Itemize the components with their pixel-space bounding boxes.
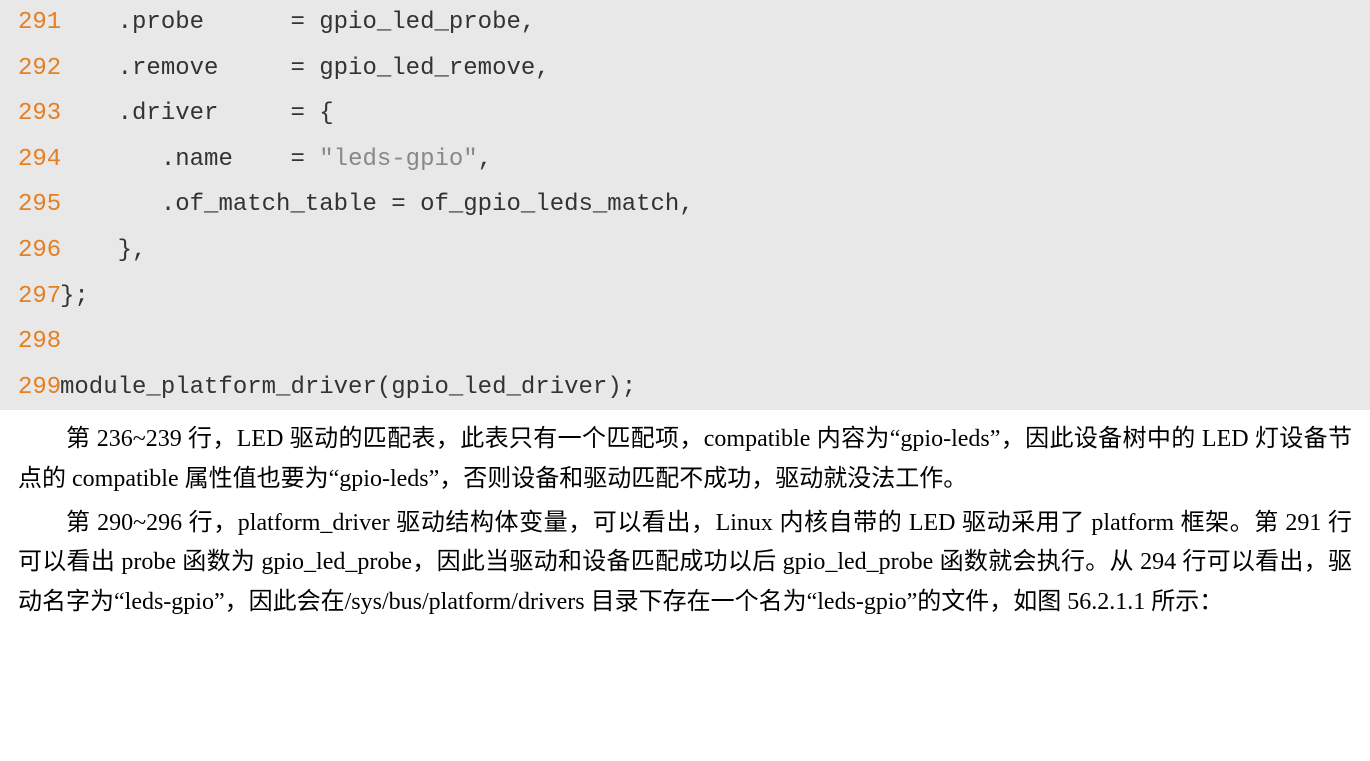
line-number: 291 [0,0,60,46]
prose-section: 第 236~239 行，LED 驱动的匹配表，此表只有一个匹配项，compati… [0,410,1370,622]
line-number: 298 [0,319,60,365]
code-line: 292 .remove = gpio_led_remove, [0,46,1370,92]
line-number: 296 [0,228,60,274]
code-content: .probe = gpio_led_probe, [60,0,1370,46]
code-content: .remove = gpio_led_remove, [60,46,1370,92]
code-line: 294 .name = "leds-gpio", [0,137,1370,183]
code-line: 291 .probe = gpio_led_probe, [0,0,1370,46]
paragraph-1: 第 236~239 行，LED 驱动的匹配表，此表只有一个匹配项，compati… [18,420,1352,499]
line-number: 299 [0,365,60,411]
code-block: 291 .probe = gpio_led_probe, 292 .remove… [0,0,1370,410]
code-line: 293 .driver = { [0,91,1370,137]
code-line: 296 }, [0,228,1370,274]
line-number: 293 [0,91,60,137]
code-content [60,319,1370,365]
code-content: .of_match_table = of_gpio_leds_match, [60,182,1370,228]
code-content: }, [60,228,1370,274]
line-number: 294 [0,137,60,183]
code-line: 299 module_platform_driver(gpio_led_driv… [0,365,1370,411]
code-content: module_platform_driver(gpio_led_driver); [60,365,1370,411]
code-line: 297 }; [0,274,1370,320]
line-number: 295 [0,182,60,228]
code-line: 295 .of_match_table = of_gpio_leds_match… [0,182,1370,228]
paragraph-2: 第 290~296 行，platform_driver 驱动结构体变量，可以看出… [18,504,1352,623]
line-number: 297 [0,274,60,320]
code-content: .name = "leds-gpio", [60,137,1370,183]
line-number: 292 [0,46,60,92]
code-content: }; [60,274,1370,320]
code-line: 298 [0,319,1370,365]
code-content: .driver = { [60,91,1370,137]
